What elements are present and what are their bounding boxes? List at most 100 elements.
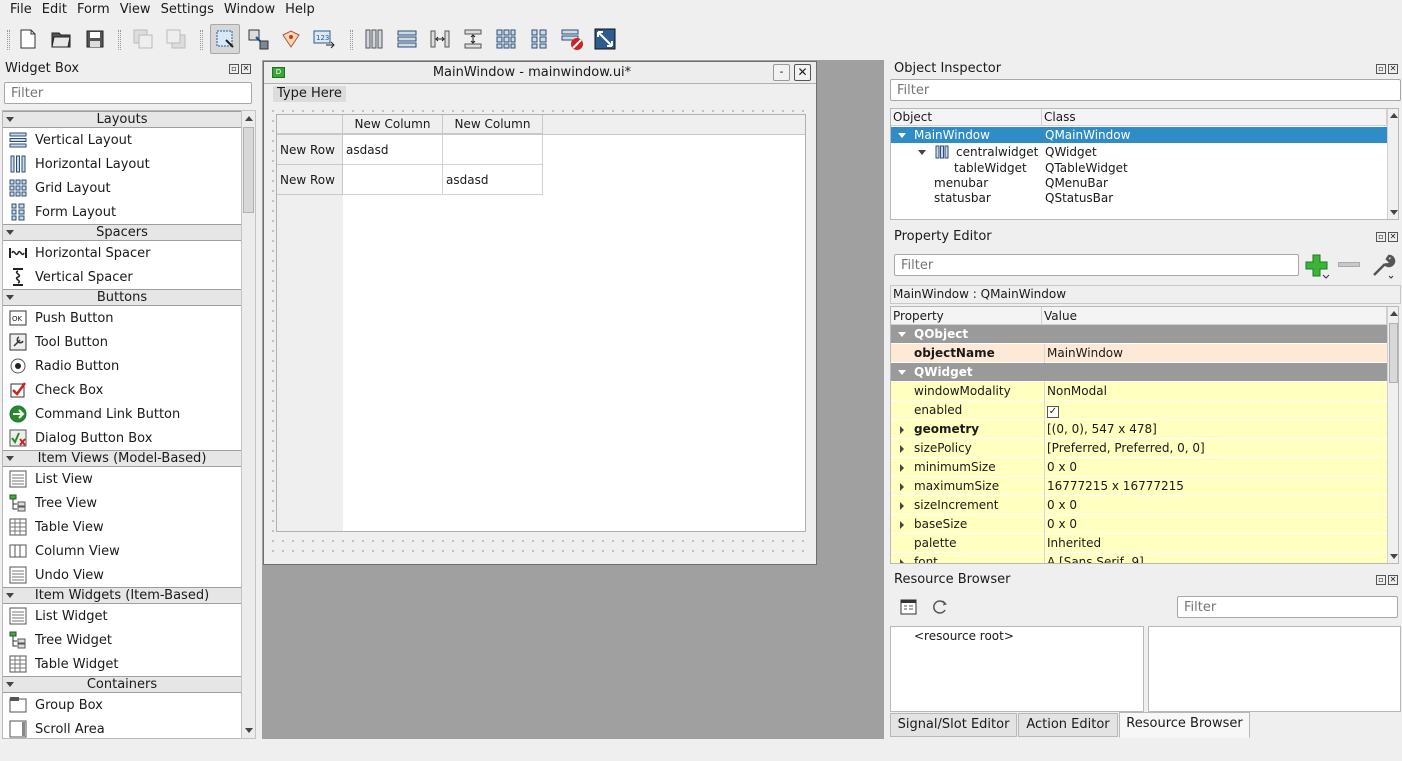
object-column-header[interactable]: Object bbox=[891, 109, 1042, 126]
menu-form[interactable]: Form bbox=[72, 0, 115, 20]
category-layouts[interactable]: Layouts bbox=[3, 111, 241, 128]
float-icon[interactable]: ▫ bbox=[1376, 64, 1386, 74]
property-table-scrollbar[interactable] bbox=[1387, 307, 1398, 563]
widget-item[interactable]: OK Push Button bbox=[3, 306, 241, 330]
table-row-header[interactable]: New Row bbox=[277, 165, 343, 195]
property-row[interactable]: sizeIncrement 0 x 0 bbox=[891, 496, 1387, 515]
property-filter-input[interactable] bbox=[894, 254, 1299, 276]
chevron-right-icon[interactable] bbox=[900, 502, 904, 510]
value-column-header[interactable]: Value bbox=[1042, 307, 1387, 325]
close-icon[interactable]: ✕ bbox=[241, 64, 251, 74]
scroll-thumb[interactable] bbox=[1389, 323, 1398, 383]
widget-item[interactable]: Tool Button bbox=[3, 330, 241, 354]
property-value[interactable]: 16777215 x 16777215 bbox=[1044, 477, 1184, 496]
property-row[interactable]: maximumSize 16777215 x 16777215 bbox=[891, 477, 1387, 496]
split-horizontal-button[interactable] bbox=[425, 24, 455, 54]
category-containers[interactable]: Containers bbox=[3, 676, 241, 693]
property-value[interactable]: 0 x 0 bbox=[1044, 458, 1077, 477]
toolbar-grip[interactable] bbox=[350, 30, 353, 50]
widget-item[interactable]: Group Box bbox=[3, 693, 241, 717]
tree-row-tablewidget[interactable]: tableWidget QTableWidget bbox=[891, 160, 1387, 176]
tree-row-mainwindow[interactable]: MainWindow QMainWindow bbox=[891, 127, 1387, 143]
layout-form-button[interactable] bbox=[524, 24, 554, 54]
adjust-size-button[interactable] bbox=[590, 24, 620, 54]
remove-dynamic-property-button[interactable] bbox=[1338, 262, 1360, 267]
table-widget[interactable]: New Column New Column New Row New Row as… bbox=[276, 114, 806, 532]
form-window[interactable]: D MainWindow - mainwindow.ui* - ✕ Type H… bbox=[263, 61, 817, 565]
widget-item[interactable]: Scroll Area bbox=[3, 717, 241, 738]
chevron-down-icon[interactable] bbox=[898, 133, 906, 138]
resource-root-item[interactable]: <resource root> bbox=[914, 628, 1014, 644]
widget-item[interactable]: List View bbox=[3, 467, 241, 491]
property-column-header[interactable]: Property bbox=[891, 307, 1042, 325]
property-row[interactable]: minimumSize 0 x 0 bbox=[891, 458, 1387, 477]
tree-row-centralwidget[interactable]: centralwidget QWidget bbox=[891, 144, 1387, 160]
property-row[interactable]: enabled ✓ bbox=[891, 401, 1387, 420]
widget-item[interactable]: Table Widget bbox=[3, 652, 241, 676]
widget-item[interactable]: Undo View bbox=[3, 563, 241, 587]
property-group-qwidget[interactable]: QWidget bbox=[891, 363, 1387, 382]
widget-item[interactable]: Check Box bbox=[3, 378, 241, 402]
tree-row-menubar[interactable]: menubar QMenuBar bbox=[891, 175, 1387, 191]
chevron-right-icon[interactable] bbox=[900, 426, 904, 434]
save-button[interactable] bbox=[80, 24, 110, 54]
property-row[interactable]: objectName MainWindow bbox=[891, 344, 1387, 363]
menu-edit[interactable]: Edit bbox=[37, 0, 72, 20]
property-value[interactable]: MainWindow bbox=[1044, 344, 1123, 363]
widget-box-scrollbar[interactable] bbox=[241, 110, 256, 739]
object-tree-scrollbar[interactable] bbox=[1387, 109, 1398, 219]
chevron-right-icon[interactable] bbox=[900, 559, 904, 563]
table-cell[interactable] bbox=[343, 165, 443, 195]
property-row[interactable]: palette Inherited bbox=[891, 534, 1387, 553]
layout-grid-button[interactable] bbox=[491, 24, 521, 54]
property-value[interactable]: [(0, 0), 547 x 478] bbox=[1044, 420, 1157, 439]
toolbar-grip[interactable] bbox=[200, 30, 203, 50]
widget-item[interactable]: Vertical Layout bbox=[3, 128, 241, 152]
property-row[interactable]: baseSize 0 x 0 bbox=[891, 515, 1387, 534]
menu-file[interactable]: File bbox=[5, 0, 37, 20]
chevron-right-icon[interactable] bbox=[900, 445, 904, 453]
chevron-right-icon[interactable] bbox=[900, 464, 904, 472]
property-group-qobject[interactable]: QObject bbox=[891, 325, 1387, 344]
scroll-up-icon[interactable] bbox=[1390, 113, 1398, 118]
category-item-widgets[interactable]: Item Widgets (Item-Based) bbox=[3, 587, 241, 604]
scroll-up-icon[interactable] bbox=[245, 116, 253, 121]
widget-item[interactable]: Column View bbox=[3, 539, 241, 563]
property-value[interactable]: NonModal bbox=[1044, 382, 1107, 401]
property-row[interactable]: sizePolicy [Preferred, Preferred, 0, 0] bbox=[891, 439, 1387, 458]
property-value[interactable]: [Preferred, Preferred, 0, 0] bbox=[1044, 439, 1205, 458]
table-cell[interactable]: asdasd bbox=[343, 135, 443, 165]
toolbar-grip[interactable] bbox=[118, 30, 121, 50]
table-cell[interactable]: asdasd bbox=[443, 165, 543, 195]
class-column-header[interactable]: Class bbox=[1042, 109, 1387, 126]
menu-view[interactable]: View bbox=[115, 0, 156, 20]
bring-to-front-button[interactable] bbox=[128, 24, 158, 54]
float-icon[interactable]: ▫ bbox=[1376, 232, 1386, 242]
property-value[interactable]: ✓ bbox=[1044, 401, 1059, 420]
reload-resources-button[interactable] bbox=[929, 597, 951, 617]
close-icon[interactable]: ✕ bbox=[1388, 232, 1398, 242]
widget-item[interactable]: Radio Button bbox=[3, 354, 241, 378]
table-row-header[interactable]: New Row bbox=[277, 135, 343, 165]
property-row[interactable]: windowModality NonModal bbox=[891, 382, 1387, 401]
menu-settings[interactable]: Settings bbox=[156, 0, 219, 20]
tab-action-editor[interactable]: Action Editor bbox=[1018, 713, 1118, 737]
property-value[interactable]: A [Sans Serif, 9] bbox=[1044, 553, 1144, 563]
close-icon[interactable]: ✕ bbox=[1388, 64, 1398, 74]
edit-tab-order-button[interactable]: 123 bbox=[309, 24, 339, 54]
property-value[interactable]: 0 x 0 bbox=[1044, 515, 1077, 534]
widget-item[interactable]: Command Link Button bbox=[3, 402, 241, 426]
scroll-down-icon[interactable] bbox=[245, 728, 253, 733]
widget-item[interactable]: Horizontal Spacer bbox=[3, 241, 241, 265]
edit-widgets-button[interactable] bbox=[210, 24, 240, 54]
new-file-button[interactable] bbox=[13, 24, 43, 54]
break-layout-button[interactable] bbox=[557, 24, 587, 54]
widget-item[interactable]: Form Layout bbox=[3, 200, 241, 224]
split-vertical-button[interactable] bbox=[458, 24, 488, 54]
scroll-down-icon[interactable] bbox=[1390, 554, 1398, 559]
toolbar-grip[interactable] bbox=[7, 30, 10, 50]
menu-help[interactable]: Help bbox=[280, 0, 320, 20]
form-title-bar[interactable]: D MainWindow - mainwindow.ui* - ✕ bbox=[264, 62, 816, 84]
close-icon[interactable]: ✕ bbox=[1388, 575, 1398, 585]
table-cell[interactable] bbox=[443, 135, 543, 165]
